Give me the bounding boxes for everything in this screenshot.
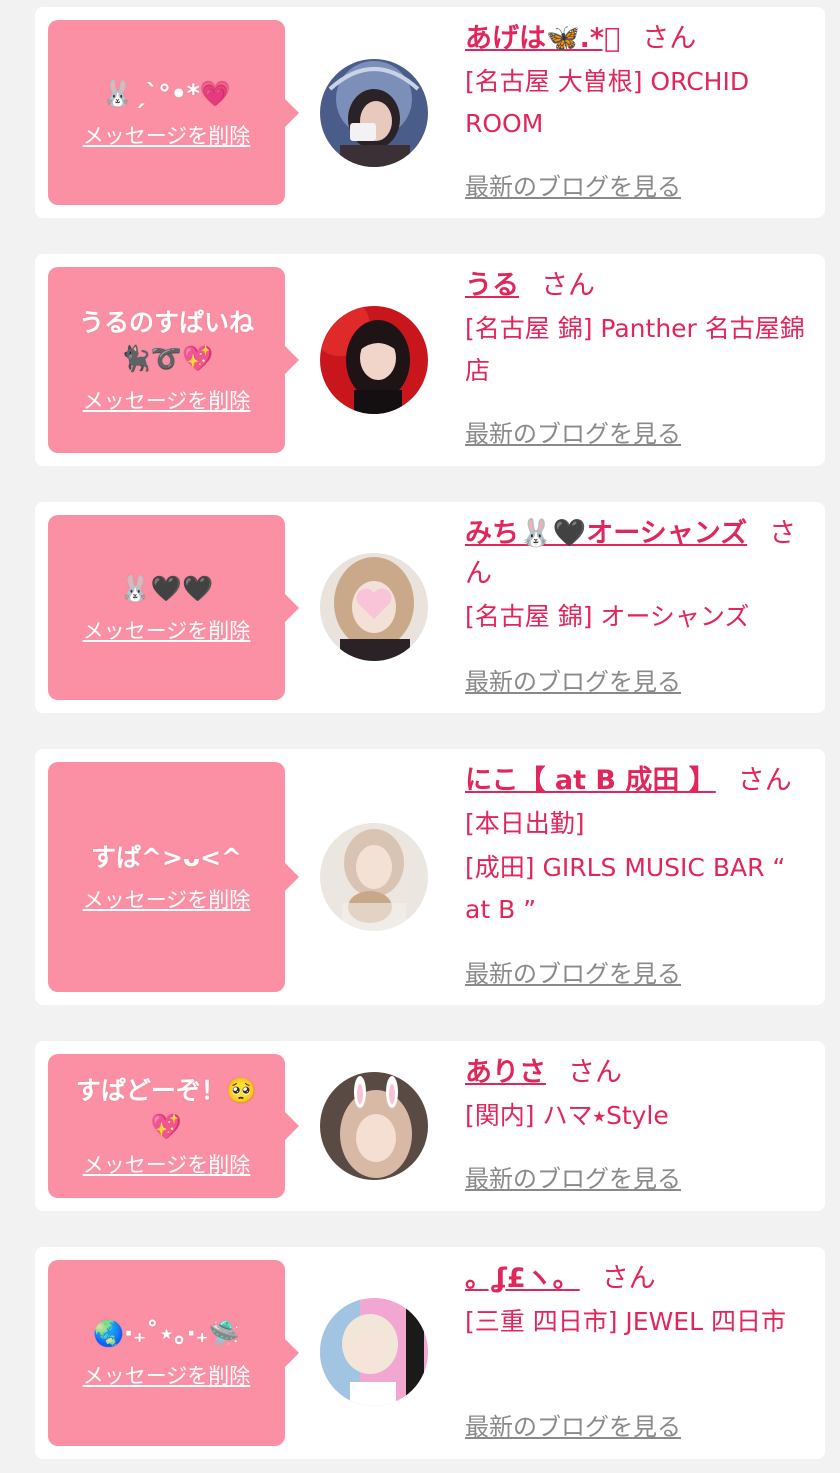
avatar-photo [320,553,428,661]
message-text: 🐰ˏˋ°•*💗 [102,78,231,108]
delete-message-link[interactable]: メッセージを削除 [83,385,251,415]
message-bubble: すぱ^>ᴗ<^ メッセージを削除 [48,762,299,992]
cast-name-link[interactable]: にこ【 at B 成田 】 [465,765,716,796]
message-bubble: 🐰ˏˋ°•*💗 メッセージを削除 [48,20,299,205]
delete-message-link[interactable]: メッセージを削除 [83,1149,251,1179]
favorite-card: すぱ^>ᴗ<^ メッセージを削除 にこ【 at B 成田 】さん [本日出勤] … [35,749,825,1005]
message-bubble: すぱどーぞ！🥺💖 メッセージを削除 [48,1054,299,1198]
avatar-photo [320,1072,428,1180]
latest-blog-link[interactable]: 最新のブログを見る [465,954,681,989]
honorific: さん [642,23,697,54]
favorite-card: すぱどーぞ！🥺💖 メッセージを削除 ありさ さん [関内] ハマ⭑Style 最新… [35,1041,825,1211]
shop-info: [名古屋 錦] Panther 名古屋錦店 [465,314,805,385]
avatar-photo [320,306,428,414]
latest-blog-link[interactable]: 最新のブログを見る [465,167,681,202]
message-bubble: 🐰🖤🖤 メッセージを削除 [48,515,299,700]
cast-name-link[interactable]: ありさ [465,1057,546,1088]
avatar-photo [320,59,428,167]
latest-blog-link[interactable]: 最新のブログを見る [465,662,681,697]
status-note: [本日出勤] [465,809,585,838]
message-text: 🌏‧₊˚⋆｡‧₊🛸 [93,1319,240,1348]
delete-message-link[interactable]: メッセージを削除 [83,615,251,645]
honorific: さん [568,1057,622,1088]
shop-info: [成田] GIRLS MUSIC BAR “ at B ” [465,853,786,924]
delete-message-link[interactable]: メッセージを削除 [83,884,251,914]
favorites-list: 🐰ˏˋ°•*💗 メッセージを削除 あげは🦋.*ﾟ さん [名古屋 大曽根] ORC… [0,0,840,1473]
latest-blog-link[interactable]: 最新のブログを見る [465,414,681,449]
cast-name-link[interactable]: みち🐰🖤オーシャンズ [465,518,747,549]
message-bubble: うるのすぱいね 🐈‍⬛➰💖 メッセージを削除 [48,267,299,453]
delete-message-link[interactable]: メッセージを削除 [83,120,251,150]
avatar-photo [320,823,428,931]
avatar-photo [320,1298,428,1406]
shop-info: [関内] ハマ⭑Style [465,1101,669,1130]
message-bubble: 🌏‧₊˚⋆｡‧₊🛸 メッセージを削除 [48,1260,299,1446]
avatar[interactable] [320,59,428,167]
delete-message-link[interactable]: メッセージを削除 [83,1360,251,1390]
message-text: すぱどーぞ！🥺💖 [75,1076,258,1141]
cast-name-link[interactable]: うる [465,270,519,301]
favorite-card: 🐰🖤🖤 メッセージを削除 みち🐰🖤オーシャンズ さん [名古屋 錦] オーシャンズ… [35,502,825,713]
avatar[interactable] [320,553,428,661]
honorific: さん [737,765,792,796]
honorific: さん [601,1263,656,1294]
favorite-card: うるのすぱいね 🐈‍⬛➰💖 メッセージを削除 うる さん [名古屋 錦] Pant… [35,254,825,466]
avatar[interactable] [320,1298,428,1406]
message-text: 🐰🖤🖤 [119,573,214,603]
message-text: すぱ^>ᴗ<^ [91,843,242,872]
cast-name-link[interactable]: 。ʆ£ヽ。 [465,1263,580,1294]
latest-blog-link[interactable]: 最新のブログを見る [465,1407,681,1442]
favorite-card: 🌏‧₊˚⋆｡‧₊🛸 メッセージを削除 。ʆ£ヽ。 さん [三重 四日市] JEWE… [35,1247,825,1459]
shop-info: [名古屋 大曽根] ORCHID ROOM [465,67,750,138]
favorite-card: 🐰ˏˋ°•*💗 メッセージを削除 あげは🦋.*ﾟ さん [名古屋 大曽根] ORC… [35,7,825,218]
latest-blog-link[interactable]: 最新のブログを見る [465,1159,681,1194]
avatar[interactable] [320,306,428,414]
avatar[interactable] [320,823,428,931]
avatar[interactable] [320,1072,428,1180]
honorific: さん [541,270,595,301]
shop-info: [名古屋 錦] オーシャンズ [465,602,750,631]
shop-info: [三重 四日市] JEWEL 四日市 [465,1307,786,1336]
message-text: うるのすぱいね 🐈‍⬛➰💖 [78,308,254,373]
cast-name-link[interactable]: あげは🦋.*ﾟ [465,23,620,54]
